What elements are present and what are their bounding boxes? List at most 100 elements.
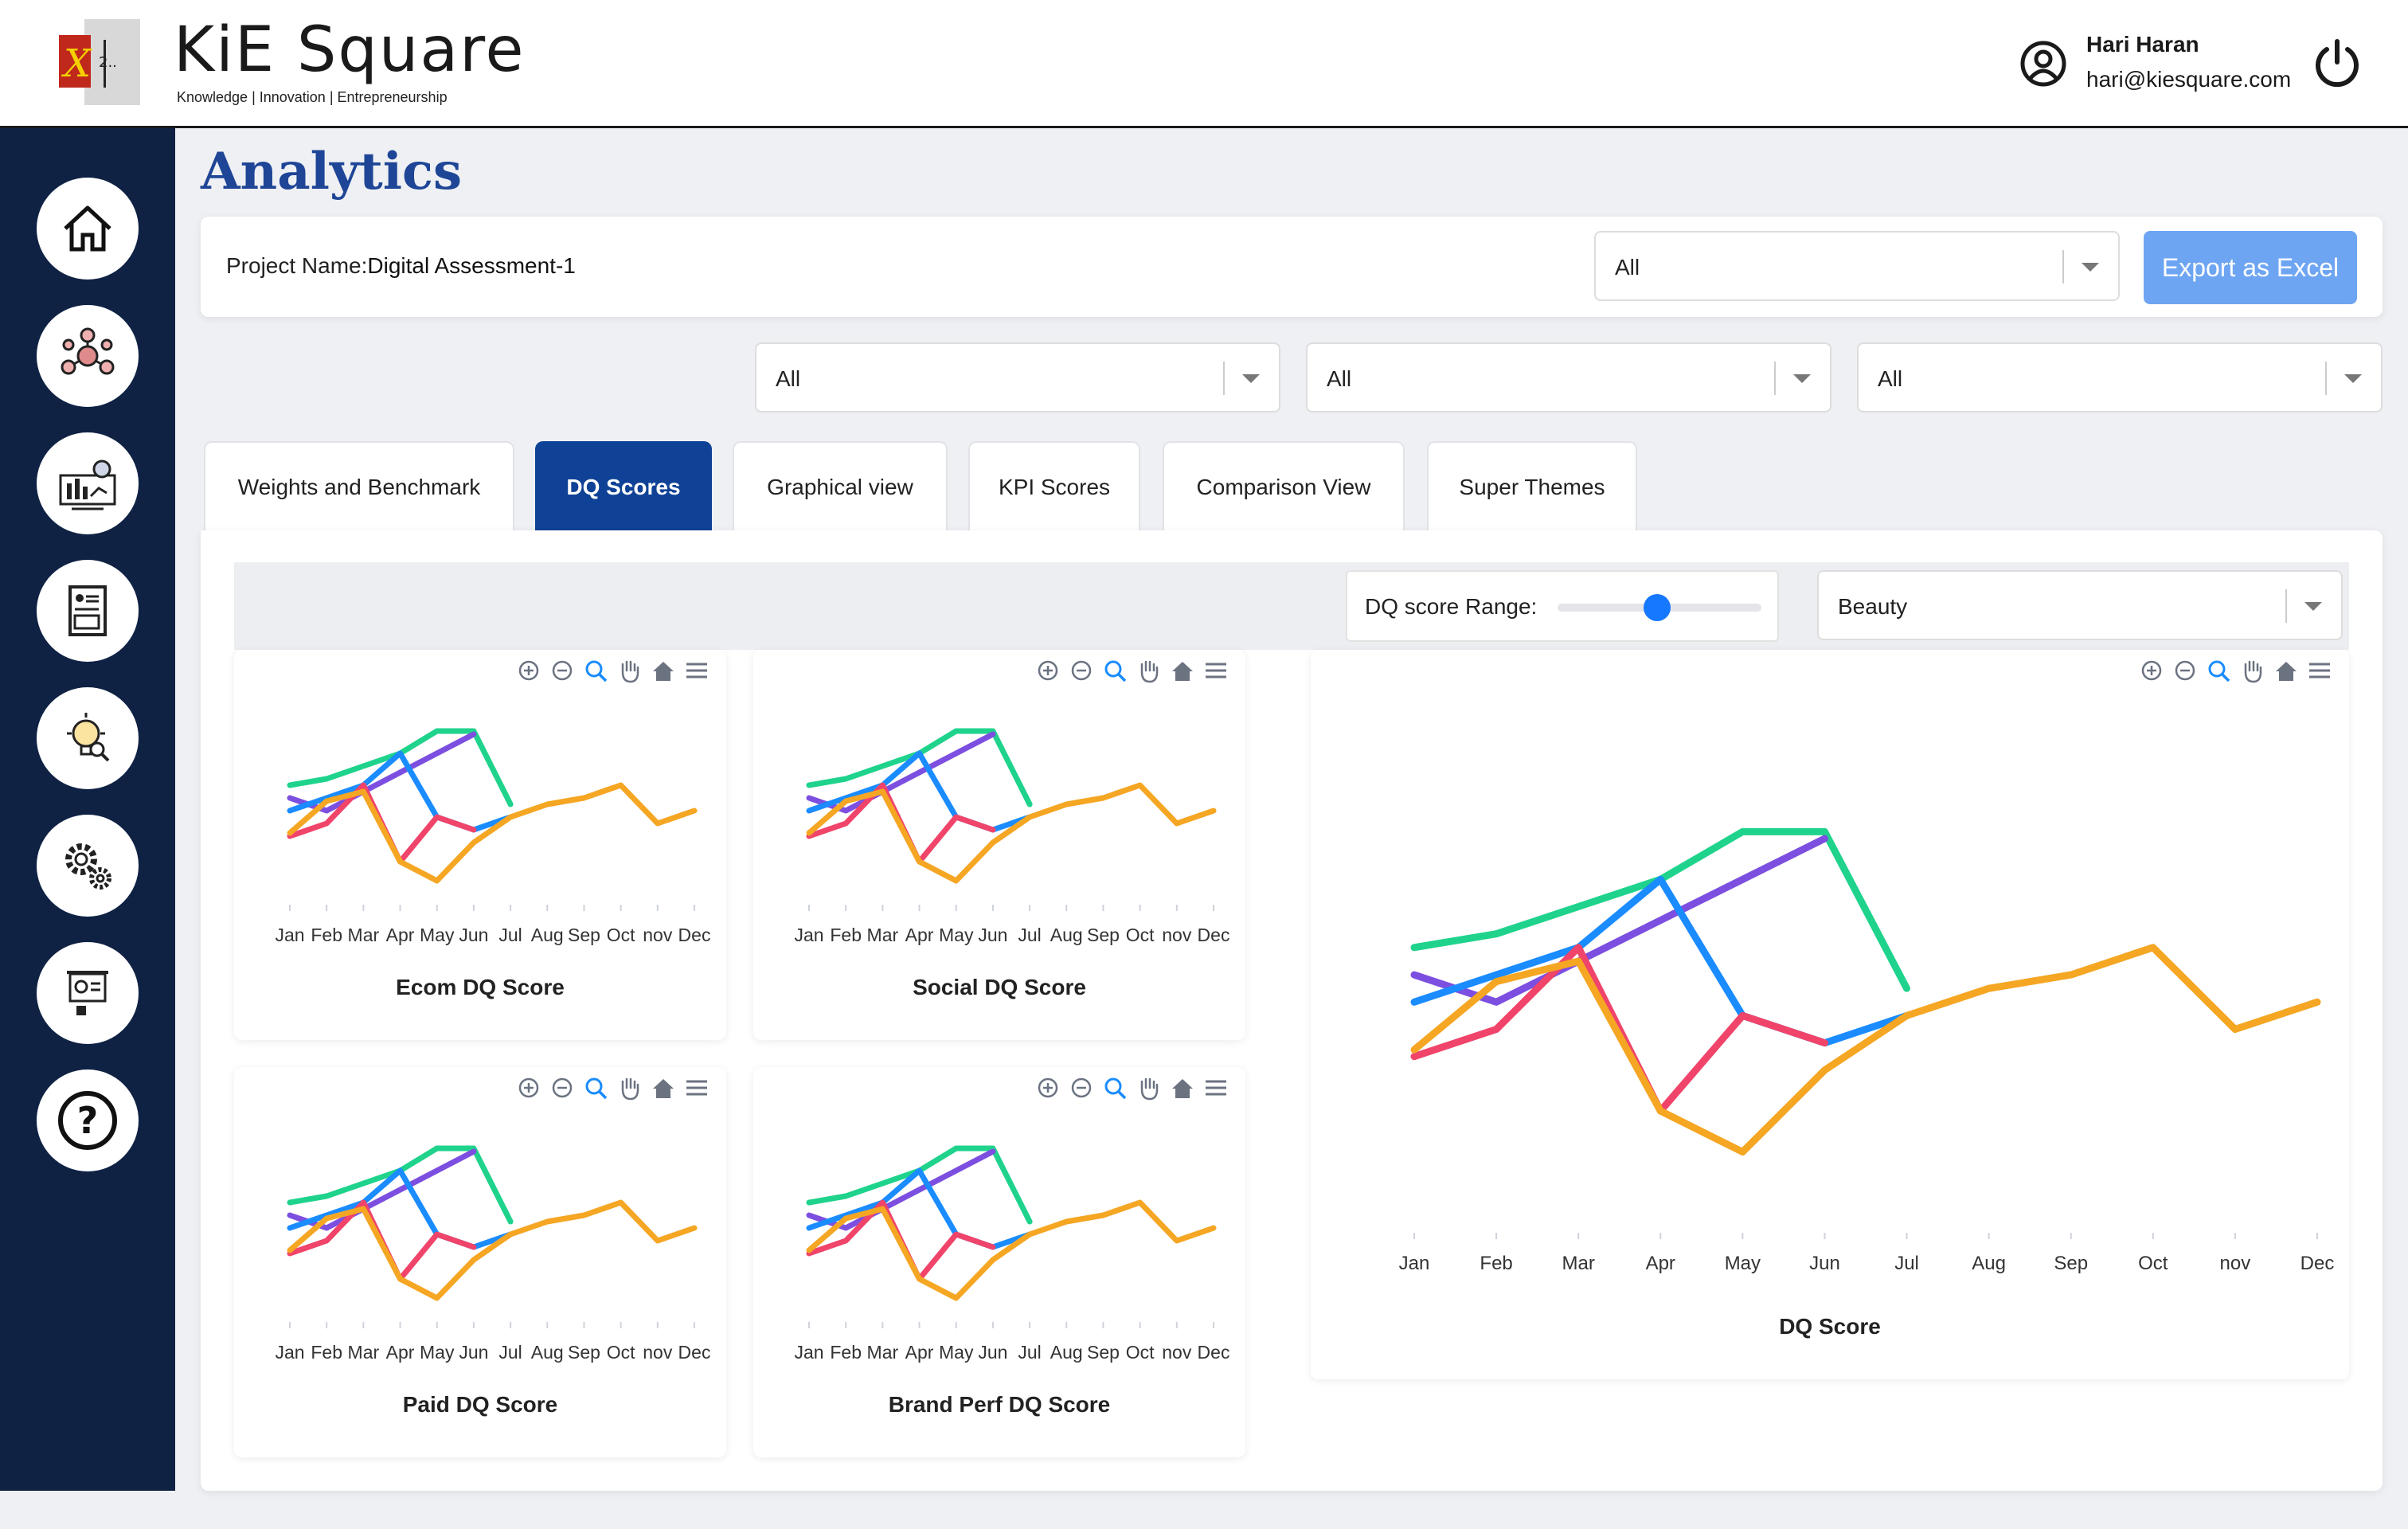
overall-dq-chart: Jan Feb Mar Apr May Jun Jul Aug Sep Oct nov Dec DQ S… bbox=[1311, 650, 2349, 1379]
logo-text: 2.. bbox=[99, 54, 117, 71]
x-tick-label: Sep bbox=[1087, 925, 1120, 945]
series-line-1 bbox=[806, 728, 1033, 808]
sidebar-item-analytics[interactable] bbox=[37, 432, 139, 534]
category-value: Beauty bbox=[1838, 594, 1908, 619]
x-tick-label: Aug bbox=[1050, 1342, 1083, 1363]
zoom-select-icon[interactable] bbox=[585, 1077, 608, 1100]
zoom-in-icon[interactable] bbox=[1038, 1077, 1058, 1098]
dq-range-slider-handle[interactable] bbox=[1644, 594, 1671, 621]
social-dq-chart: Jan Feb Mar Apr May Jun Jul Aug Sep Oct nov Dec Soci… bbox=[753, 650, 1245, 1040]
reset-home-icon[interactable] bbox=[1172, 662, 1193, 681]
sidebar-item-reports[interactable] bbox=[37, 560, 139, 662]
filter-select-3[interactable]: All bbox=[1857, 342, 2383, 413]
x-tick-label: Jun bbox=[459, 1342, 488, 1363]
sidebar-item-help[interactable]: ? bbox=[37, 1070, 139, 1171]
idea-search-icon bbox=[67, 713, 110, 762]
zoom-out-icon[interactable] bbox=[2175, 660, 2195, 681]
project-filter-select[interactable]: All bbox=[1594, 231, 2120, 301]
x-tick-label: Dec bbox=[1198, 1342, 1230, 1363]
brand-perf-dq-chart: Jan Feb Mar Apr May Jun Jul Aug Sep Oct nov Dec Bran… bbox=[753, 1067, 1245, 1457]
x-tick-label: Jun bbox=[1809, 1253, 1840, 1274]
chart-menu-icon[interactable] bbox=[686, 663, 707, 678]
select-separator bbox=[2325, 362, 2327, 395]
pan-hand-icon[interactable] bbox=[2244, 660, 2262, 683]
filter-select-1[interactable]: All bbox=[755, 342, 1280, 413]
user-name: Hari Haran bbox=[2086, 32, 2199, 57]
zoom-in-icon[interactable] bbox=[1038, 660, 1058, 681]
category-select[interactable]: Beauty bbox=[1817, 570, 2343, 640]
chart-menu-icon[interactable] bbox=[686, 1080, 707, 1096]
tab-graphical-view[interactable]: Graphical view bbox=[733, 441, 948, 530]
sidebar: ? bbox=[0, 128, 175, 1491]
zoom-select-icon[interactable] bbox=[585, 660, 608, 682]
zoom-select-icon[interactable] bbox=[1104, 1077, 1127, 1100]
series-line-1 bbox=[806, 1145, 1033, 1225]
chart-svg: Jan Feb Mar Apr May Jun Jul Aug Sep Oct nov Dec bbox=[1399, 660, 2334, 1274]
logo: X 2.. bbox=[56, 16, 159, 108]
filter-select-2[interactable]: All bbox=[1306, 342, 1831, 413]
x-tick-label: nov bbox=[1162, 1342, 1192, 1363]
chart-menu-icon[interactable] bbox=[1206, 1080, 1226, 1096]
zoom-in-icon[interactable] bbox=[518, 1077, 539, 1098]
x-tick-label: May bbox=[1725, 1253, 1761, 1274]
zoom-out-icon[interactable] bbox=[552, 660, 573, 681]
zoom-out-icon[interactable] bbox=[1071, 1077, 1092, 1098]
user-account-icon[interactable] bbox=[2019, 40, 2067, 88]
zoom-out-icon[interactable] bbox=[1071, 660, 1092, 681]
page-title: Analytics bbox=[201, 142, 463, 201]
chevron-down-icon bbox=[1242, 374, 1260, 383]
reset-home-icon[interactable] bbox=[653, 1079, 674, 1098]
filter-value-3: All bbox=[1878, 366, 1903, 391]
tab-super-themes[interactable]: Super Themes bbox=[1427, 441, 1637, 530]
chart-title: Paid DQ Score bbox=[402, 1392, 558, 1417]
series-line-3 bbox=[806, 1167, 1033, 1250]
x-tick-label: nov bbox=[643, 1342, 673, 1363]
series-line-3 bbox=[287, 750, 514, 833]
x-tick-label: Aug bbox=[1050, 925, 1083, 945]
x-tick-label: May bbox=[420, 1342, 455, 1363]
tab-kpi-scores[interactable]: KPI Scores bbox=[968, 441, 1140, 530]
x-tick-label: Jun bbox=[459, 925, 488, 945]
sidebar-item-settings[interactable] bbox=[37, 815, 139, 917]
x-tick-label: nov bbox=[1162, 925, 1192, 945]
chart-menu-icon[interactable] bbox=[2309, 663, 2330, 678]
pan-hand-icon[interactable] bbox=[621, 1077, 639, 1101]
reset-home-icon[interactable] bbox=[1172, 1079, 1193, 1098]
zoom-select-icon[interactable] bbox=[2208, 660, 2230, 682]
x-tick-label: Sep bbox=[2054, 1253, 2088, 1274]
analytics-dashboard-icon bbox=[59, 459, 116, 510]
reset-home-icon[interactable] bbox=[2276, 662, 2297, 681]
zoom-select-icon[interactable] bbox=[1104, 660, 1127, 682]
svg-text:X: X bbox=[61, 41, 92, 86]
sidebar-item-presentation[interactable] bbox=[37, 942, 139, 1044]
sidebar-item-home[interactable] bbox=[37, 178, 139, 280]
zoom-in-icon[interactable] bbox=[2141, 660, 2162, 681]
reset-home-icon[interactable] bbox=[653, 662, 674, 681]
tab-comparison-view[interactable]: Comparison View bbox=[1163, 441, 1405, 530]
chart-menu-icon[interactable] bbox=[1206, 663, 1226, 678]
x-tick-label: Oct bbox=[2138, 1253, 2168, 1274]
chart-title: DQ Score bbox=[1779, 1314, 1881, 1339]
logout-power-icon[interactable] bbox=[2309, 35, 2365, 91]
pan-hand-icon[interactable] bbox=[1140, 660, 1159, 683]
zoom-in-icon[interactable] bbox=[518, 660, 539, 681]
x-tick-label: Aug bbox=[531, 1342, 564, 1363]
x-tick-label: Dec bbox=[678, 1342, 711, 1363]
series-line-1 bbox=[287, 728, 514, 808]
series-line-3 bbox=[287, 1167, 514, 1250]
sidebar-item-insights[interactable] bbox=[37, 687, 139, 789]
settings-gears-icon bbox=[65, 843, 111, 890]
dq-range-label: DQ score Range: bbox=[1365, 594, 1538, 619]
export-excel-button[interactable]: Export as Excel bbox=[2144, 231, 2357, 304]
chevron-down-icon bbox=[1793, 374, 1811, 383]
tab-dq-scores[interactable]: DQ Scores bbox=[535, 441, 712, 530]
ecom-dq-chart: Jan Feb Mar Apr May Jun Jul Aug Sep Oct nov Dec Ecom… bbox=[234, 650, 726, 1040]
x-tick-label: Oct bbox=[607, 1342, 635, 1363]
tab-weights-benchmark[interactable]: Weights and Benchmark bbox=[204, 441, 514, 530]
sidebar-item-network[interactable] bbox=[37, 305, 139, 407]
pan-hand-icon[interactable] bbox=[621, 660, 639, 683]
pan-hand-icon[interactable] bbox=[1140, 1077, 1159, 1101]
x-tick-label: Mar bbox=[867, 925, 899, 945]
zoom-out-icon[interactable] bbox=[552, 1077, 573, 1098]
project-label-text: Project Name: bbox=[226, 253, 368, 278]
